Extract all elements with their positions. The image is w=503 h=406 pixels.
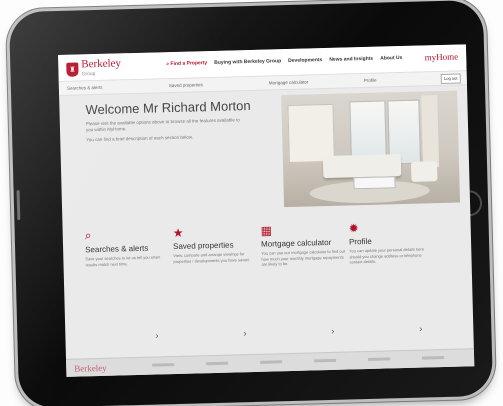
panel-title: Mortgage calculator: [260, 237, 332, 249]
coffee-table-shape: [353, 176, 396, 190]
myhome-logo[interactable]: myHome: [425, 52, 459, 63]
nav-news[interactable]: News and Insights: [329, 56, 373, 63]
logout-button[interactable]: Log out: [440, 73, 461, 84]
armchair-shape: [410, 161, 438, 182]
nav-buying[interactable]: Buying with Berkeley Group: [214, 58, 281, 66]
chevron-right-icon[interactable]: ›: [243, 328, 246, 338]
nav-developments[interactable]: Developments: [288, 57, 322, 64]
chevron-right-icon[interactable]: ›: [331, 326, 334, 336]
bookshelf-shape: [287, 103, 335, 163]
welcome-title: Welcome Mr Richard Morton: [85, 97, 251, 118]
panel-title: Searches & alerts: [85, 243, 149, 255]
nav-find-property[interactable]: ⌕ Find a Property: [166, 60, 207, 67]
logo-text: Berkeley Group: [81, 57, 121, 79]
calculator-icon: ▦: [260, 223, 273, 238]
logo-sub: Group: [81, 71, 96, 78]
berkeley-logo[interactable]: ♜ Berkeley Group: [66, 57, 121, 79]
panel-searches[interactable]: ⌕ Searches & alerts Save your searches t…: [85, 226, 172, 340]
sofa-shape: [322, 154, 402, 179]
search-icon: ⌕: [84, 228, 92, 243]
welcome-intro: Please visit the available options above…: [85, 117, 240, 133]
welcome-section: Welcome Mr Richard Morton Please visit t…: [85, 97, 251, 143]
subnav-profile[interactable]: Profile: [364, 78, 377, 83]
subnav-searches[interactable]: Searches & alerts: [67, 85, 103, 91]
tablet-side-button: [16, 190, 21, 221]
footer-link[interactable]: [422, 355, 445, 360]
subnav-saved[interactable]: Saved properties: [169, 82, 203, 88]
chevron-right-icon[interactable]: ›: [155, 330, 158, 340]
footer-link[interactable]: [314, 358, 337, 363]
footer-link[interactable]: [260, 360, 283, 364]
subnav-mortgage[interactable]: Mortgage calculator: [269, 79, 309, 85]
panel-saved[interactable]: ★ Saved properties View, compare and arr…: [173, 224, 260, 338]
nav-about[interactable]: About Us: [380, 55, 402, 62]
footer-link[interactable]: [368, 357, 391, 361]
star-icon: ★: [172, 225, 184, 241]
gear-icon: ✹: [348, 221, 359, 236]
panel-mortgage[interactable]: ▦ Mortgage calculator You can use our mo…: [260, 222, 348, 336]
berkeley-shield-icon: ♜: [66, 62, 79, 77]
footer-link[interactable]: [152, 363, 175, 367]
tablet-device: ♜ Berkeley Group ⌕ Find a Property Buyin…: [8, 0, 494, 406]
living-room-photo: [281, 90, 461, 208]
welcome-hint: You can find a brief description of each…: [86, 134, 194, 143]
footer-logo: Berkeley: [74, 362, 107, 374]
panel-text: Save your searches to let us tell you wh…: [85, 254, 161, 267]
panel-profile[interactable]: ✹ Profile You can update your personal d…: [348, 219, 435, 333]
curtain-shape: [421, 95, 440, 168]
footer-link[interactable]: [206, 361, 229, 366]
panel-text: View, compare and arrange viewings for p…: [173, 251, 250, 264]
panel-title: Profile: [348, 236, 372, 247]
main-nav: ⌕ Find a Property Buying with Berkeley G…: [166, 55, 402, 67]
panel-text: You can update your personal details her…: [349, 246, 425, 265]
photo-stage: ♜ Berkeley Group ⌕ Find a Property Buyin…: [0, 0, 503, 406]
panel-text: You can use our mortgage calculator to f…: [261, 248, 346, 267]
panel-title: Saved properties: [172, 240, 234, 252]
tablet-screen: ♜ Berkeley Group ⌕ Find a Property Buyin…: [58, 44, 475, 377]
chevron-right-icon[interactable]: ›: [419, 324, 422, 334]
